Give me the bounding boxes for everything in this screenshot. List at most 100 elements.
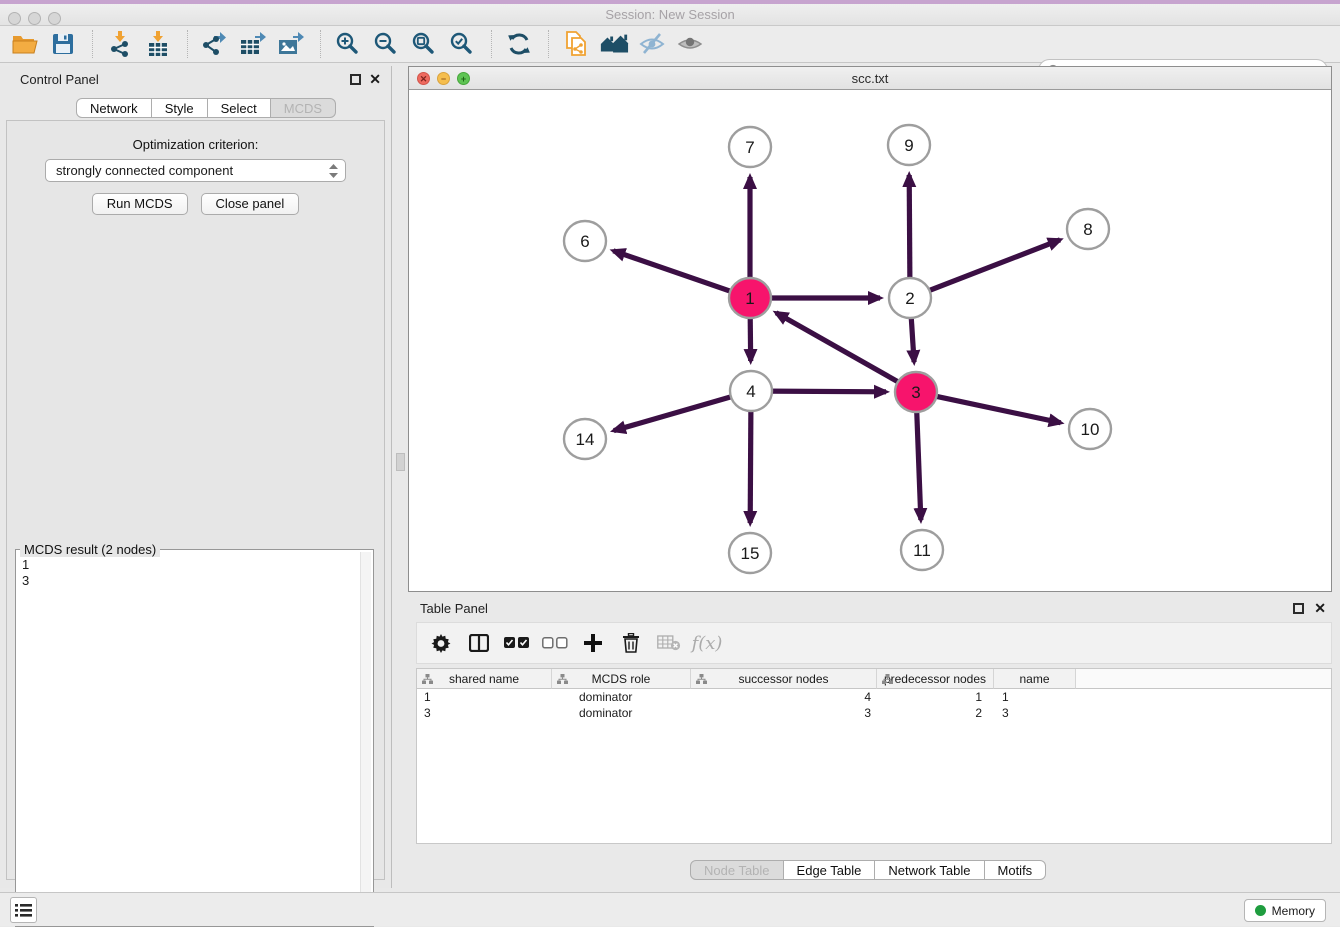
select-all-icon[interactable]: [503, 629, 531, 657]
tab-node-table[interactable]: Node Table: [690, 860, 784, 880]
graph-node-14[interactable]: 14: [564, 419, 606, 459]
graph-node-1[interactable]: 1: [729, 278, 771, 318]
dropdown-stepper-icon: [328, 163, 339, 179]
tab-network[interactable]: Network: [76, 98, 152, 118]
memory-label: Memory: [1272, 904, 1315, 918]
toolbar-separator: [320, 30, 321, 58]
save-session-icon[interactable]: [48, 29, 78, 59]
table-cell[interactable]: 1: [994, 689, 1076, 705]
criterion-dropdown[interactable]: strongly connected component: [45, 159, 346, 182]
column-header-predecessor-nodes[interactable]: predecessor nodes: [877, 669, 994, 689]
run-mcds-button[interactable]: Run MCDS: [92, 193, 188, 215]
zoom-in-icon[interactable]: [333, 29, 363, 59]
table-cell[interactable]: dominator: [552, 705, 691, 721]
delete-table-icon-disabled: [655, 629, 683, 657]
column-header-shared-name[interactable]: shared name: [417, 669, 552, 689]
refresh-view-icon[interactable]: [504, 29, 534, 59]
mcds-result-list[interactable]: 13: [22, 553, 359, 923]
show-all-networks-icon[interactable]: [599, 29, 629, 59]
graph-edge-3-11[interactable]: [917, 409, 921, 520]
tab-network-table[interactable]: Network Table: [875, 860, 984, 880]
graph-node-3[interactable]: 3: [895, 372, 937, 412]
table-cell[interactable]: dominator: [552, 689, 691, 705]
graph-node-6[interactable]: 6: [564, 221, 606, 261]
task-history-button[interactable]: [10, 897, 37, 923]
column-header-successor-nodes[interactable]: successor nodes: [691, 669, 877, 689]
table-cell[interactable]: 1: [417, 689, 552, 705]
hide-selected-icon[interactable]: [637, 29, 667, 59]
graph-node-4[interactable]: 4: [730, 371, 772, 411]
graph-node-15[interactable]: 15: [729, 533, 771, 573]
tab-style[interactable]: Style: [152, 98, 208, 118]
open-network-file-icon[interactable]: [561, 29, 591, 59]
tab-edge-table[interactable]: Edge Table: [784, 860, 876, 880]
add-column-icon[interactable]: [579, 629, 607, 657]
memory-button[interactable]: Memory: [1244, 899, 1326, 922]
svg-text:15: 15: [741, 544, 760, 563]
table-cell[interactable]: 1: [877, 689, 994, 705]
table-cell[interactable]: 2: [877, 705, 994, 721]
graph-node-9[interactable]: 9: [888, 125, 930, 165]
column-header-mcds-role[interactable]: MCDS role: [552, 669, 691, 689]
network-graph[interactable]: 7 9 6 8 1 2 4 3 14 10 15 11: [409, 90, 1331, 592]
result-scrollbar[interactable]: [360, 552, 371, 924]
graph-node-10[interactable]: 10: [1069, 409, 1111, 449]
table-row[interactable]: 1dominator411: [417, 689, 1331, 705]
import-table-icon[interactable]: [143, 29, 173, 59]
mcds-result-item: 1: [22, 557, 359, 573]
zoom-out-icon[interactable]: [371, 29, 401, 59]
table-row[interactable]: 3dominator323: [417, 705, 1331, 721]
graph-edge-1-6[interactable]: [613, 251, 734, 293]
table-cell[interactable]: 3: [691, 705, 877, 721]
table-header-filler: [1076, 669, 1331, 689]
deselect-all-icon[interactable]: [541, 629, 569, 657]
export-image-icon[interactable]: [276, 29, 306, 59]
close-panel-icon[interactable]: ✕: [369, 71, 381, 88]
network-canvas[interactable]: 7 9 6 8 1 2 4 3 14 10 15 11: [409, 89, 1331, 591]
table-cell[interactable]: 3: [994, 705, 1076, 721]
export-network-icon[interactable]: [200, 29, 230, 59]
tab-mcds[interactable]: MCDS: [271, 98, 336, 118]
close-panel-button[interactable]: Close panel: [201, 193, 300, 215]
toggle-column-panel-icon[interactable]: [465, 629, 493, 657]
network-window-titlebar[interactable]: ✕ − + scc.txt: [409, 67, 1331, 89]
graph-edge-2-9[interactable]: [909, 175, 910, 281]
graph-edge-4-14[interactable]: [614, 396, 735, 431]
graph-edge-3-1[interactable]: [776, 313, 901, 384]
graph-edge-3-10[interactable]: [933, 396, 1061, 423]
table-settings-gear-icon[interactable]: [427, 629, 455, 657]
zoom-selected-icon[interactable]: [447, 29, 477, 59]
node-table: shared name MCDS role successor nodes pr…: [416, 668, 1332, 844]
graph-node-2[interactable]: 2: [889, 278, 931, 318]
delete-column-trash-icon[interactable]: [617, 629, 645, 657]
criterion-dropdown-value: strongly connected component: [56, 163, 233, 178]
control-panel-tabs: Network Style Select MCDS: [76, 98, 336, 118]
zoom-fit-icon[interactable]: [409, 29, 439, 59]
graph-node-7[interactable]: 7: [729, 127, 771, 167]
float-table-panel-icon[interactable]: [1293, 603, 1304, 614]
mcds-result-box: MCDS result (2 nodes) 13: [15, 549, 374, 927]
graph-edge-4-15[interactable]: [750, 408, 751, 523]
graph-edge-2-8[interactable]: [926, 240, 1060, 292]
table-tabs: Node Table Edge Table Network Table Moti…: [690, 860, 1046, 880]
main-toolbar: [0, 26, 1340, 63]
show-selected-icon[interactable]: [675, 29, 705, 59]
memory-status-icon: [1255, 905, 1266, 916]
graph-edge-2-3[interactable]: [911, 315, 914, 362]
table-cell[interactable]: 4: [691, 689, 877, 705]
svg-text:3: 3: [911, 383, 920, 402]
graph-edge-4-3[interactable]: [768, 391, 886, 392]
export-table-icon[interactable]: [238, 29, 268, 59]
table-cell[interactable]: 3: [417, 705, 552, 721]
tab-motifs[interactable]: Motifs: [985, 860, 1047, 880]
control-panel: Control Panel ✕ Network Style Select MCD…: [0, 66, 392, 888]
graph-node-11[interactable]: 11: [901, 530, 943, 570]
float-panel-icon[interactable]: [350, 74, 361, 85]
column-header-name[interactable]: name: [994, 669, 1076, 689]
graph-node-8[interactable]: 8: [1067, 209, 1109, 249]
import-network-icon[interactable]: [105, 29, 135, 59]
close-table-panel-icon[interactable]: ✕: [1314, 600, 1326, 617]
open-session-icon[interactable]: [10, 29, 40, 59]
tab-select[interactable]: Select: [208, 98, 271, 118]
vertical-splitter-handle[interactable]: [396, 453, 405, 471]
